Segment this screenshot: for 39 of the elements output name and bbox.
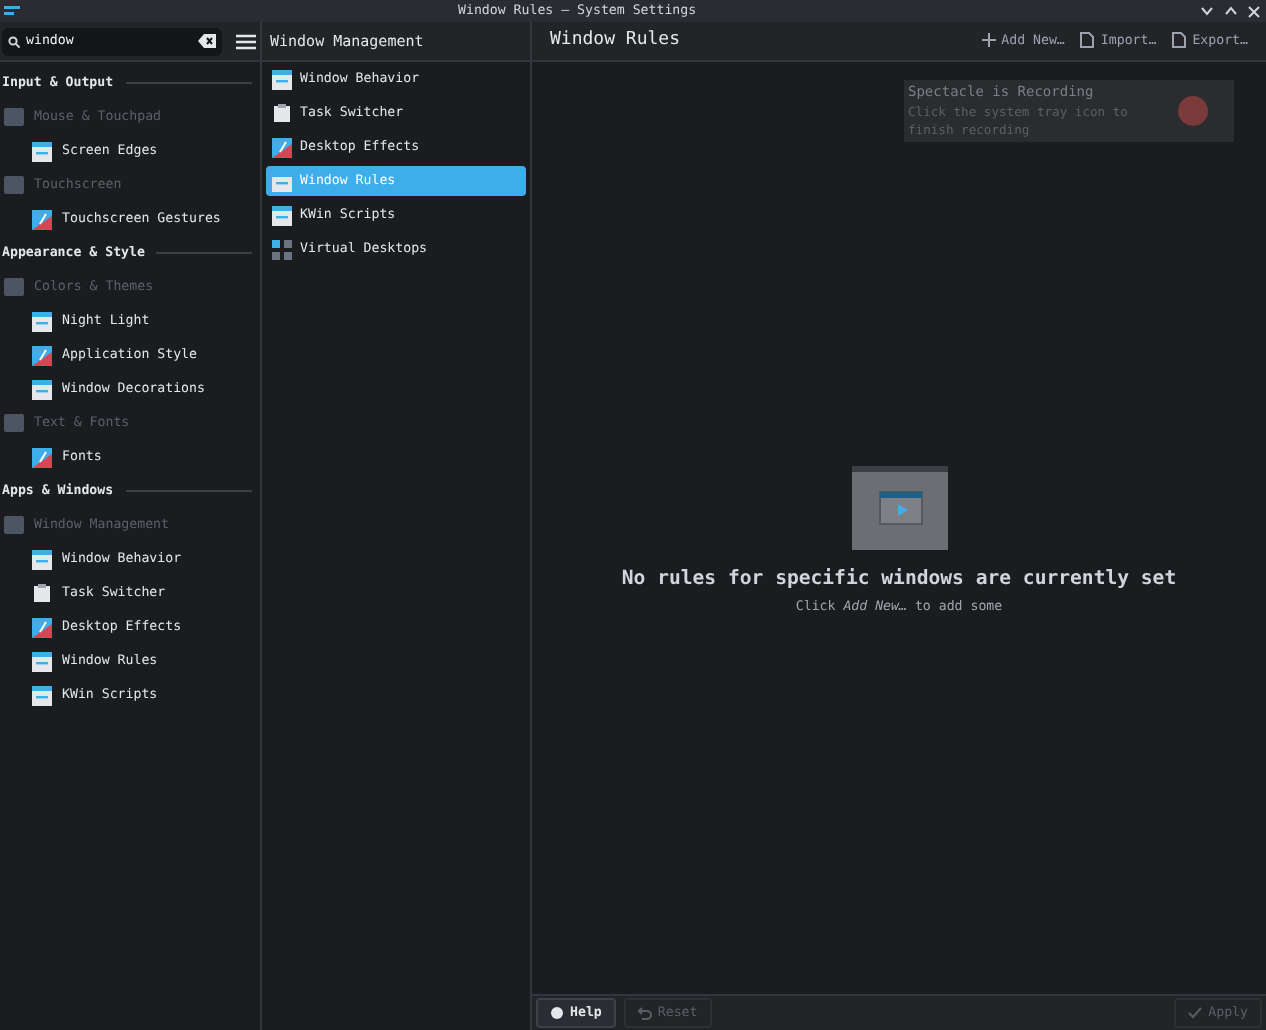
check-icon — [1188, 1006, 1203, 1020]
category-icon — [4, 108, 24, 126]
effects-icon — [32, 447, 52, 467]
category-icon — [4, 516, 24, 534]
effects-icon — [32, 209, 52, 229]
window-stack-icon — [32, 583, 52, 603]
close-icon[interactable] — [1248, 5, 1260, 17]
window-stack-icon — [272, 103, 292, 123]
page-title: Window Rules — [550, 27, 681, 54]
clear-icon[interactable] — [198, 34, 216, 48]
window-icon — [32, 651, 52, 671]
search-icon — [8, 35, 20, 47]
window-icon — [272, 205, 292, 225]
menu-icon[interactable] — [236, 33, 256, 49]
category-icon — [4, 176, 24, 194]
add-icon — [981, 32, 996, 49]
category-icon — [4, 414, 24, 432]
window-icon — [32, 141, 52, 161]
empty-title: No rules for specific windows are currently set — [621, 566, 1177, 595]
window-illustration-icon — [851, 466, 947, 551]
minimize-icon[interactable] — [1200, 5, 1214, 15]
document-icon — [1172, 32, 1187, 49]
window-icon — [272, 69, 292, 89]
document-icon — [1080, 32, 1095, 49]
record-icon — [1178, 96, 1208, 126]
effects-icon — [272, 137, 292, 157]
effects-icon — [32, 617, 52, 637]
help-icon — [550, 1006, 564, 1020]
grid-icon — [272, 239, 292, 259]
category-icon — [4, 278, 24, 296]
effects-icon — [32, 345, 52, 365]
window-icon — [32, 379, 52, 399]
undo-icon — [637, 1006, 652, 1020]
window-icon — [32, 311, 52, 331]
app-icon — [4, 5, 20, 17]
maximize-icon[interactable] — [1224, 5, 1238, 15]
window-icon — [272, 171, 292, 191]
window-icon — [32, 549, 52, 569]
window-icon — [32, 685, 52, 705]
